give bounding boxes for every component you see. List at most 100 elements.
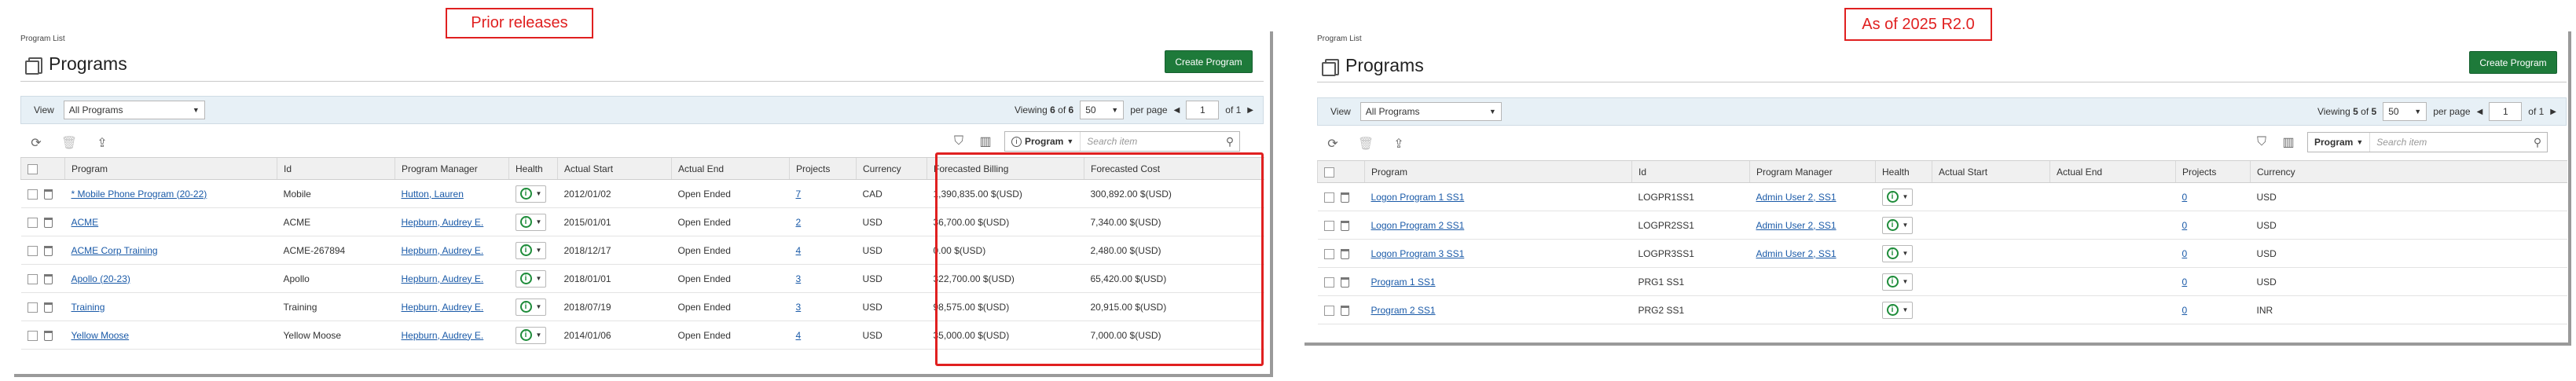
page-input[interactable]: 1 [2489, 102, 2523, 121]
manager-link[interactable]: Admin User 2, SS1 [1749, 239, 1876, 268]
health-select[interactable]: i ▼ [515, 298, 547, 316]
row-checkbox[interactable] [27, 217, 38, 228]
filter-icon[interactable]: ⛉ [2254, 134, 2270, 150]
health-select[interactable]: i ▼ [1881, 216, 1914, 234]
manager-link[interactable]: Hepburn, Audrey E. [394, 236, 509, 265]
projects-link[interactable]: 0 [2175, 211, 2251, 240]
trash-icon[interactable]: 🗑 [1358, 136, 1374, 152]
row-trash-icon[interactable] [1340, 192, 1349, 203]
prev-page-icon[interactable]: ◀ [2477, 108, 2483, 116]
row-trash-icon[interactable] [1340, 305, 1349, 316]
row-checkbox[interactable] [27, 330, 38, 341]
prev-page-icon[interactable]: ◀ [1174, 106, 1180, 115]
export-icon[interactable]: ⇪ [94, 135, 110, 151]
health-select[interactable]: i ▼ [515, 241, 547, 259]
projects-link[interactable]: 4 [789, 321, 857, 350]
search-icon[interactable]: ⚲ [2528, 136, 2547, 149]
next-page-icon[interactable]: ▶ [2550, 108, 2556, 116]
next-page-icon[interactable]: ▶ [1247, 106, 1253, 115]
projects-link[interactable]: 0 [2175, 239, 2251, 268]
health-select[interactable]: i ▼ [1881, 188, 1914, 206]
program-link[interactable]: Logon Program 3 SS1 [1364, 239, 1632, 268]
program-link[interactable]: * Mobile Phone Program (20-22) [64, 179, 277, 208]
export-icon[interactable]: ⇪ [1391, 136, 1407, 152]
program-link[interactable]: Yellow Moose [64, 321, 277, 350]
search-scope-select[interactable]: Program ▼ [2308, 133, 2371, 152]
row-checkbox[interactable] [27, 273, 38, 284]
view-select[interactable]: All Programs ▼ [63, 101, 205, 119]
row-checkbox[interactable] [1323, 192, 1334, 203]
health-select[interactable]: i ▼ [1881, 273, 1914, 291]
manager-link[interactable]: Admin User 2, SS1 [1749, 182, 1876, 211]
row-trash-icon[interactable] [1340, 248, 1349, 259]
manager-link[interactable]: Hepburn, Audrey E. [394, 264, 509, 293]
search-input[interactable]: Search item [2370, 137, 2528, 148]
manager-link[interactable]: Hepburn, Audrey E. [394, 292, 509, 321]
manager-link[interactable]: Hepburn, Audrey E. [394, 321, 509, 350]
row-trash-icon[interactable] [43, 189, 53, 200]
projects-link[interactable]: 7 [789, 179, 857, 208]
search-scope-select[interactable]: i Program ▼ [1005, 132, 1081, 151]
program-link[interactable]: Program 1 SS1 [1364, 267, 1632, 296]
column-header[interactable]: Actual End [2049, 160, 2176, 183]
health-select[interactable]: i ▼ [515, 213, 547, 231]
row-trash-icon[interactable] [43, 245, 53, 256]
search-input[interactable]: Search item [1081, 136, 1220, 147]
program-link[interactable]: Program 2 SS1 [1364, 295, 1632, 324]
manager-link[interactable]: Hepburn, Audrey E. [394, 207, 509, 236]
program-link[interactable]: ACME [64, 207, 277, 236]
column-header[interactable]: Health [1875, 160, 1932, 183]
per-page-select[interactable]: 50 ▼ [2383, 102, 2427, 121]
program-link[interactable]: Logon Program 1 SS1 [1364, 182, 1632, 211]
manager-link[interactable]: Hutton, Lauren [394, 179, 509, 208]
per-page-select[interactable]: 50 ▼ [1080, 101, 1125, 119]
column-header[interactable]: Id [277, 157, 395, 180]
projects-link[interactable]: 0 [2175, 182, 2251, 211]
row-trash-icon[interactable] [43, 217, 53, 228]
row-checkbox[interactable] [27, 302, 38, 313]
health-select[interactable]: i ▼ [1881, 301, 1914, 319]
row-checkbox[interactable] [1323, 305, 1334, 316]
row-trash-icon[interactable] [1340, 277, 1349, 288]
filter-icon[interactable]: ⛉ [951, 134, 967, 149]
row-trash-icon[interactable] [1340, 220, 1349, 231]
projects-link[interactable]: 3 [789, 292, 857, 321]
page-input[interactable]: 1 [1186, 101, 1220, 119]
search-icon[interactable]: ⚲ [1220, 135, 1239, 148]
select-all-checkbox[interactable] [1324, 167, 1334, 178]
manager-link[interactable]: Admin User 2, SS1 [1749, 211, 1876, 240]
projects-link[interactable]: 2 [789, 207, 857, 236]
program-link[interactable]: Training [64, 292, 277, 321]
select-all-checkbox[interactable] [28, 163, 38, 174]
row-checkbox[interactable] [1323, 248, 1334, 259]
row-checkbox[interactable] [1323, 220, 1334, 231]
trash-icon[interactable]: 🗑 [61, 135, 77, 151]
column-header[interactable]: Projects [2175, 160, 2251, 183]
program-link[interactable]: Logon Program 2 SS1 [1364, 211, 1632, 240]
manager-link[interactable] [1749, 295, 1876, 324]
refresh-icon[interactable]: ⟳ [28, 135, 44, 151]
column-header[interactable]: Id [1631, 160, 1750, 183]
projects-link[interactable]: 0 [2175, 295, 2251, 324]
row-checkbox[interactable] [27, 245, 38, 256]
health-select[interactable]: i ▼ [515, 326, 547, 344]
column-header[interactable]: Currency [856, 157, 927, 180]
health-select[interactable]: i ▼ [515, 185, 547, 203]
columns-icon[interactable]: ▥ [978, 134, 993, 149]
refresh-icon[interactable]: ⟳ [1325, 136, 1341, 152]
column-header[interactable]: Actual Start [1932, 160, 2050, 183]
row-checkbox[interactable] [1323, 277, 1334, 288]
create-program-button[interactable]: Create Program [2469, 51, 2557, 74]
column-header[interactable]: Program Manager [394, 157, 509, 180]
projects-link[interactable]: 0 [2175, 267, 2251, 296]
program-link[interactable]: ACME Corp Training [64, 236, 277, 265]
column-header[interactable]: Projects [789, 157, 857, 180]
column-header[interactable]: Program Manager [1749, 160, 1876, 183]
projects-link[interactable]: 3 [789, 264, 857, 293]
column-header[interactable]: Actual Start [557, 157, 672, 180]
health-select[interactable]: i ▼ [515, 269, 547, 288]
column-header[interactable]: Actual End [671, 157, 790, 180]
columns-icon[interactable]: ▥ [2281, 134, 2296, 150]
projects-link[interactable]: 4 [789, 236, 857, 265]
row-trash-icon[interactable] [43, 273, 53, 284]
